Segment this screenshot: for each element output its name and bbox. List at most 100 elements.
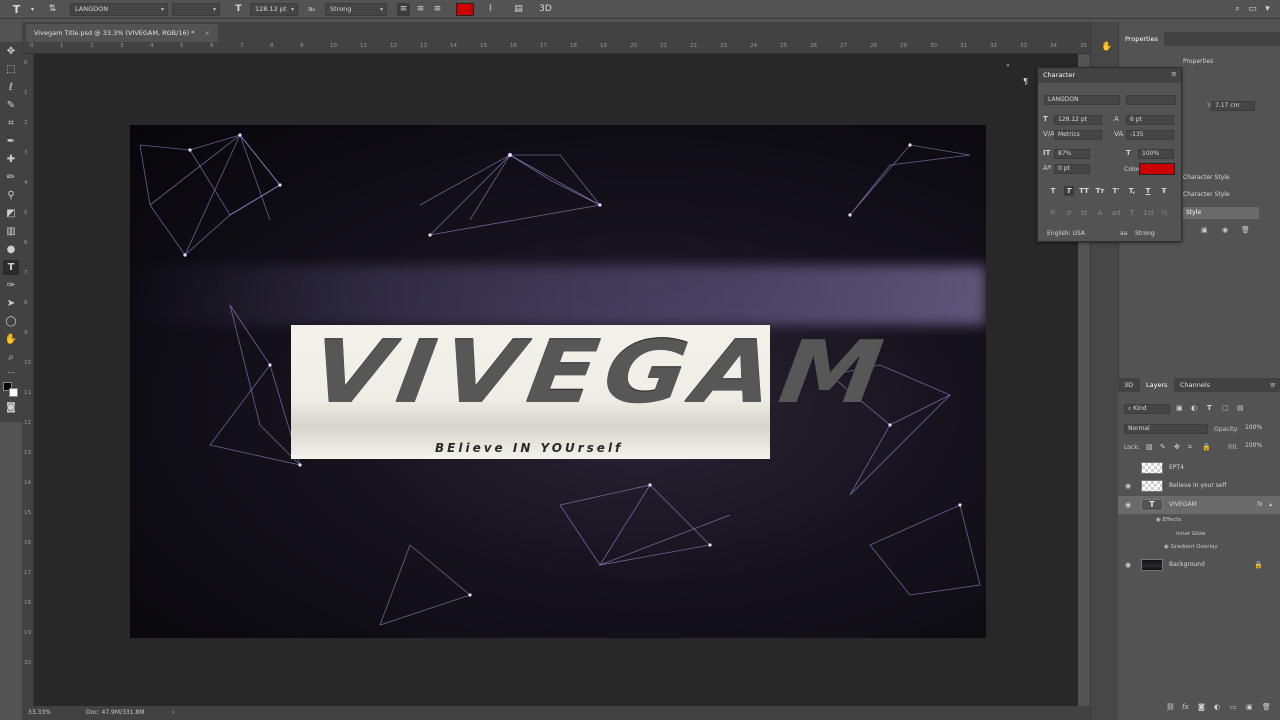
pen-tool-icon[interactable]: ✑	[3, 278, 19, 293]
all-caps-button[interactable]: TT	[1079, 186, 1089, 196]
title-text-layer[interactable]: VIVEGAM	[305, 323, 896, 423]
font-family-select[interactable]: LANGDON ▾	[70, 3, 168, 16]
panel-menu-icon[interactable]: ≡	[1270, 378, 1276, 392]
small-caps-button[interactable]: Tт	[1095, 186, 1105, 196]
align-center-icon[interactable]: ≡	[414, 3, 427, 16]
font-size-select[interactable]: 128.12 pt ▾	[250, 3, 298, 16]
baseline-shift-field[interactable]: 0 pt	[1054, 164, 1090, 174]
layer-row-selected[interactable]: ◉ T VIVEGAM fx ▴	[1118, 496, 1280, 514]
lock-transparent-icon[interactable]: ▨	[1146, 443, 1153, 451]
tab-3d[interactable]: 3D	[1118, 378, 1139, 392]
faux-italic-button[interactable]: T	[1064, 186, 1074, 196]
font-style-select[interactable]: ▾	[172, 3, 220, 16]
antialias-select[interactable]: Strong ▾	[325, 3, 387, 16]
effects-row[interactable]: ◉ Effects	[1156, 517, 1181, 523]
close-icon[interactable]: ×	[204, 29, 209, 37]
tab-channels[interactable]: Channels	[1174, 378, 1216, 392]
camera-icon[interactable]: ◉	[1222, 226, 1228, 234]
tab-properties[interactable]: Properties	[1119, 32, 1164, 46]
effect-inner-glow[interactable]: Inner Glow	[1176, 531, 1206, 537]
filter-adjustment-icon[interactable]: ◐	[1191, 404, 1197, 412]
chevron-up-icon[interactable]: ▴	[1269, 496, 1272, 514]
layer-row[interactable]: ◉ Believe in your self	[1118, 477, 1280, 495]
eyedropper-tool-icon[interactable]: ✒	[3, 134, 19, 149]
titling-alternates-icon[interactable]: ad	[1111, 208, 1121, 218]
lock-all-icon[interactable]: 🔒	[1202, 443, 1211, 451]
subtitle-text-layer[interactable]: BElieve IN YOUrself	[435, 441, 623, 455]
language-select[interactable]: English: USA	[1044, 230, 1108, 240]
layer-row[interactable]: ◉ Background 🔒	[1118, 556, 1280, 574]
brush-tool-icon[interactable]: ✏	[3, 170, 19, 185]
align-left-icon[interactable]: ≡	[397, 3, 410, 16]
workspace-icon[interactable]: ▭	[1246, 3, 1259, 16]
marquee-tool-icon[interactable]: ⬚	[3, 62, 19, 77]
font-style-select[interactable]	[1126, 95, 1176, 105]
crop-tool-icon[interactable]: ⌗	[3, 116, 19, 131]
fill-field[interactable]: 100%	[1242, 442, 1272, 452]
horizontal-scale-field[interactable]: 100%	[1138, 149, 1174, 159]
antialias-select[interactable]: Strong	[1132, 230, 1176, 240]
panel-menu-icon[interactable]: ≡	[1171, 70, 1177, 78]
type-tool-icon[interactable]: T	[3, 260, 19, 275]
search-icon[interactable]: ⌕	[1231, 3, 1244, 16]
new-group-icon[interactable]: ▭	[1230, 703, 1237, 711]
discretionary-ligature-icon[interactable]: ơ	[1064, 208, 1074, 218]
chevron-down-icon[interactable]: ▾	[26, 3, 39, 16]
lock-pixels-icon[interactable]: ✎	[1160, 443, 1166, 451]
superscript-button[interactable]: T'	[1111, 186, 1121, 196]
text-orientation-icon[interactable]: ⇅	[46, 3, 59, 16]
character-panel-toggle-icon[interactable]: ▤	[512, 3, 525, 16]
text-color-swatch[interactable]	[1139, 163, 1175, 175]
shape-tool-icon[interactable]: ◯	[3, 314, 19, 329]
healing-brush-tool-icon[interactable]: ✚	[3, 152, 19, 167]
text-color-swatch[interactable]	[456, 3, 474, 16]
title-text-box[interactable]: VIVEGAM BElieve IN YOUrself	[291, 323, 896, 459]
filter-pixel-icon[interactable]: ▣	[1176, 404, 1183, 412]
add-mask-icon[interactable]: ◙	[1198, 703, 1205, 711]
leading-field[interactable]: 6 pt	[1126, 115, 1174, 125]
history-panel-icon[interactable]: ✋	[1101, 42, 1112, 52]
link-layers-icon[interactable]: ⛓	[1166, 703, 1175, 711]
ordinals-icon[interactable]: T	[1127, 208, 1137, 218]
underline-button[interactable]: T	[1143, 186, 1153, 196]
chevron-down-icon[interactable]: ▾	[1261, 3, 1274, 16]
character-style-item[interactable]: Character Style	[1183, 174, 1230, 181]
zoom-level[interactable]: 33.33%	[28, 706, 51, 720]
fractions-icon[interactable]: 1st	[1143, 208, 1154, 218]
filter-smart-object-icon[interactable]: ▤	[1237, 404, 1244, 412]
y-position-field[interactable]: 7.17 cm	[1211, 101, 1255, 111]
new-adjustment-icon[interactable]: ◐	[1214, 703, 1220, 711]
effect-row[interactable]: ◉ Gradient Overlay	[1164, 544, 1218, 550]
background-color-swatch[interactable]	[9, 388, 18, 397]
quick-select-tool-icon[interactable]: ✎	[3, 98, 19, 113]
clone-stamp-tool-icon[interactable]: ⚲	[3, 188, 19, 203]
character-style-item-selected[interactable]: Style	[1183, 207, 1259, 219]
layer-row[interactable]: EPT4	[1118, 459, 1280, 477]
tab-layers[interactable]: Layers	[1140, 378, 1174, 392]
fraction-icon[interactable]: ½	[1159, 208, 1169, 218]
strikethrough-button[interactable]: Ŧ	[1159, 186, 1169, 196]
filter-type-icon[interactable]: T	[1207, 404, 1212, 412]
trash-icon[interactable]: 🗑	[1241, 226, 1250, 234]
blend-mode-select[interactable]: Normal	[1124, 424, 1208, 434]
tracking-field[interactable]: -135	[1126, 130, 1174, 140]
new-layer-icon[interactable]: ▣	[1246, 703, 1253, 711]
filter-shape-icon[interactable]: ▢	[1222, 404, 1229, 412]
document-tab[interactable]: Vivegam Title.psd @ 33.3% (VIVEGAM, RGB/…	[26, 24, 218, 42]
ligature-icon[interactable]: fi	[1048, 208, 1058, 218]
trash-icon[interactable]: 🗑	[1262, 703, 1271, 711]
font-family-select[interactable]: LANGDON	[1044, 95, 1120, 105]
layer-filter-select[interactable]: ⌕ Kind	[1124, 404, 1170, 414]
dodge-tool-icon[interactable]: ●	[3, 242, 19, 257]
eye-icon[interactable]: ◉	[1125, 477, 1131, 495]
lock-artboard-icon[interactable]: ⌗	[1188, 443, 1192, 452]
3d-icon[interactable]: 3D	[539, 3, 552, 16]
subscript-button[interactable]: T,	[1127, 186, 1137, 196]
align-right-icon[interactable]: ≡	[431, 3, 444, 16]
fx-badge[interactable]: fx	[1257, 496, 1263, 514]
new-style-icon[interactable]: ▣	[1201, 226, 1208, 234]
type-tool-preset-icon[interactable]: T	[10, 3, 23, 16]
character-panel-title[interactable]: Character	[1043, 71, 1075, 79]
vertical-scale-field[interactable]: 87%	[1054, 149, 1090, 159]
font-size-field[interactable]: 128.12 pt	[1054, 115, 1102, 125]
